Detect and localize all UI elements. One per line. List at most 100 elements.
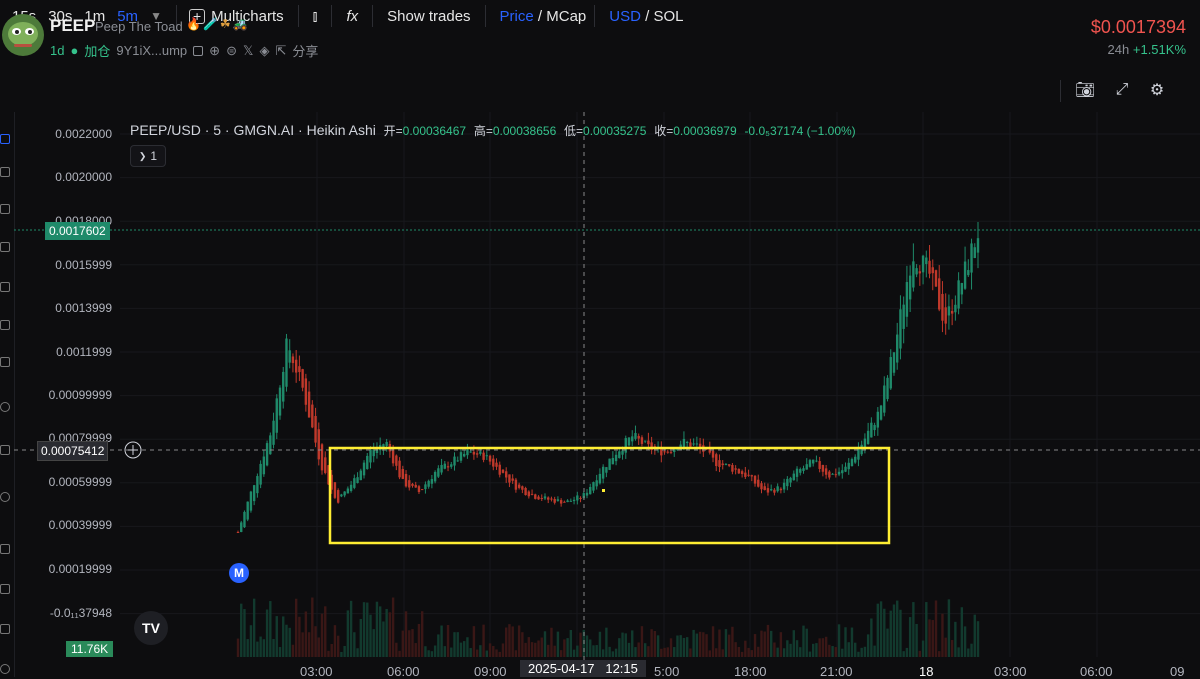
globe-icon[interactable]: ⊕ <box>209 43 220 59</box>
candles <box>236 222 980 533</box>
sol-option[interactable]: SOL <box>653 8 683 25</box>
candle-body <box>912 261 915 288</box>
camera-icon[interactable]: 📷︎ <box>1074 80 1096 100</box>
candle-body <box>469 451 472 453</box>
candle-body <box>634 433 637 439</box>
volume-bar <box>905 647 909 657</box>
volume-bar <box>954 621 957 657</box>
copy-icon[interactable] <box>193 45 204 56</box>
volume-bar <box>844 627 847 657</box>
volume-bar <box>860 647 863 657</box>
candle-body <box>857 448 860 460</box>
migration-marker[interactable]: M <box>229 563 249 583</box>
candle-body <box>559 500 563 504</box>
volume-bar <box>366 602 369 657</box>
candle-body <box>614 454 618 462</box>
contract-address[interactable]: 9Y1iX...ump <box>116 43 187 58</box>
volume-bar <box>417 623 421 657</box>
candle-body <box>873 425 876 431</box>
volume-bar <box>847 642 850 657</box>
currency-toggle[interactable]: USD / SOL <box>603 8 689 25</box>
current-price-tag: 0.0017602 <box>45 222 110 240</box>
volume-bar <box>311 597 314 657</box>
volume-bar <box>547 644 550 657</box>
telegram-icon[interactable]: ◈ <box>259 43 269 59</box>
candle-body <box>579 497 582 499</box>
candle-body <box>333 482 337 498</box>
candle-body <box>294 359 298 373</box>
candle-type-icon[interactable]: ⫾ <box>307 8 324 25</box>
volume-bar <box>892 604 896 657</box>
add-position-link[interactable]: 加仓 <box>84 41 110 60</box>
candle-body <box>682 438 686 448</box>
volume-bar <box>647 646 650 657</box>
candle-body <box>524 487 527 496</box>
share-link[interactable]: 分享 <box>292 41 318 60</box>
volume-bar <box>967 648 970 657</box>
x-icon[interactable]: 𝕏 <box>243 43 253 59</box>
settings-gear-icon[interactable]: ⚙ <box>1146 80 1168 100</box>
candle-body <box>721 463 724 466</box>
volume-bar <box>275 616 278 657</box>
candle-body <box>889 357 892 389</box>
candle-body <box>249 491 253 511</box>
share-icon[interactable]: ⇱ <box>275 43 286 59</box>
candle-body <box>931 267 934 274</box>
volume-bar <box>692 629 695 657</box>
candle-body <box>941 293 944 321</box>
volume-bar <box>799 647 802 657</box>
token-avatar[interactable] <box>2 14 44 56</box>
volume-bar <box>291 644 295 657</box>
candle-body <box>427 480 430 487</box>
price-option[interactable]: Price <box>500 8 534 25</box>
volume-bar <box>886 628 889 657</box>
volume-bar <box>359 618 362 657</box>
token-age: 1d <box>50 43 65 58</box>
candle-body <box>715 454 718 467</box>
candle-body <box>356 477 359 484</box>
volume-bar <box>353 632 356 657</box>
volume-bar <box>850 627 854 657</box>
usd-option[interactable]: USD <box>609 8 641 25</box>
list-icon[interactable]: ⊜ <box>226 43 237 59</box>
volume-bar <box>608 646 611 657</box>
candle-body <box>340 494 343 497</box>
volume-bar <box>320 613 324 657</box>
volume-bar <box>789 643 792 657</box>
candle-body <box>349 484 353 491</box>
tradingview-logo[interactable]: TV <box>134 611 168 645</box>
price-chart[interactable] <box>0 112 1200 677</box>
legend-collapse-button[interactable]: ❯ 1 <box>130 145 166 167</box>
volume-bar <box>259 636 262 657</box>
fullscreen-icon[interactable]: ⤢ <box>1111 80 1133 100</box>
show-trades-button[interactable]: Show trades <box>381 8 476 25</box>
volume-bar <box>724 629 728 657</box>
token-name: Peep The Toad <box>95 19 183 34</box>
candle-body <box>411 483 414 486</box>
price-axis-label: 0.00099999 <box>48 388 112 402</box>
candle-body <box>369 449 372 463</box>
volume-bar <box>592 645 595 657</box>
candle-body <box>643 440 647 442</box>
candle-body <box>601 466 605 479</box>
price-mcap-toggle[interactable]: Price / MCap <box>494 8 587 25</box>
candle-body <box>605 467 608 473</box>
volume-bar <box>553 645 556 657</box>
volume-bar <box>870 618 873 657</box>
volume-bar <box>883 608 886 657</box>
volume-bar <box>912 602 915 657</box>
volume-bar <box>585 635 589 657</box>
mcap-option[interactable]: MCap <box>546 8 586 25</box>
candle-body <box>453 456 456 466</box>
high-value: 0.00038656 <box>492 124 557 138</box>
volume-bar <box>708 650 711 657</box>
candle-body <box>866 430 870 445</box>
volume-bar <box>498 651 501 657</box>
candle-body <box>576 495 579 501</box>
candle-body <box>744 472 747 477</box>
candle-body <box>401 469 405 479</box>
volume-bar <box>262 639 266 657</box>
indicators-fx-icon[interactable]: fx <box>340 8 364 25</box>
volume-bar <box>336 635 340 657</box>
volume-bar <box>944 637 947 657</box>
